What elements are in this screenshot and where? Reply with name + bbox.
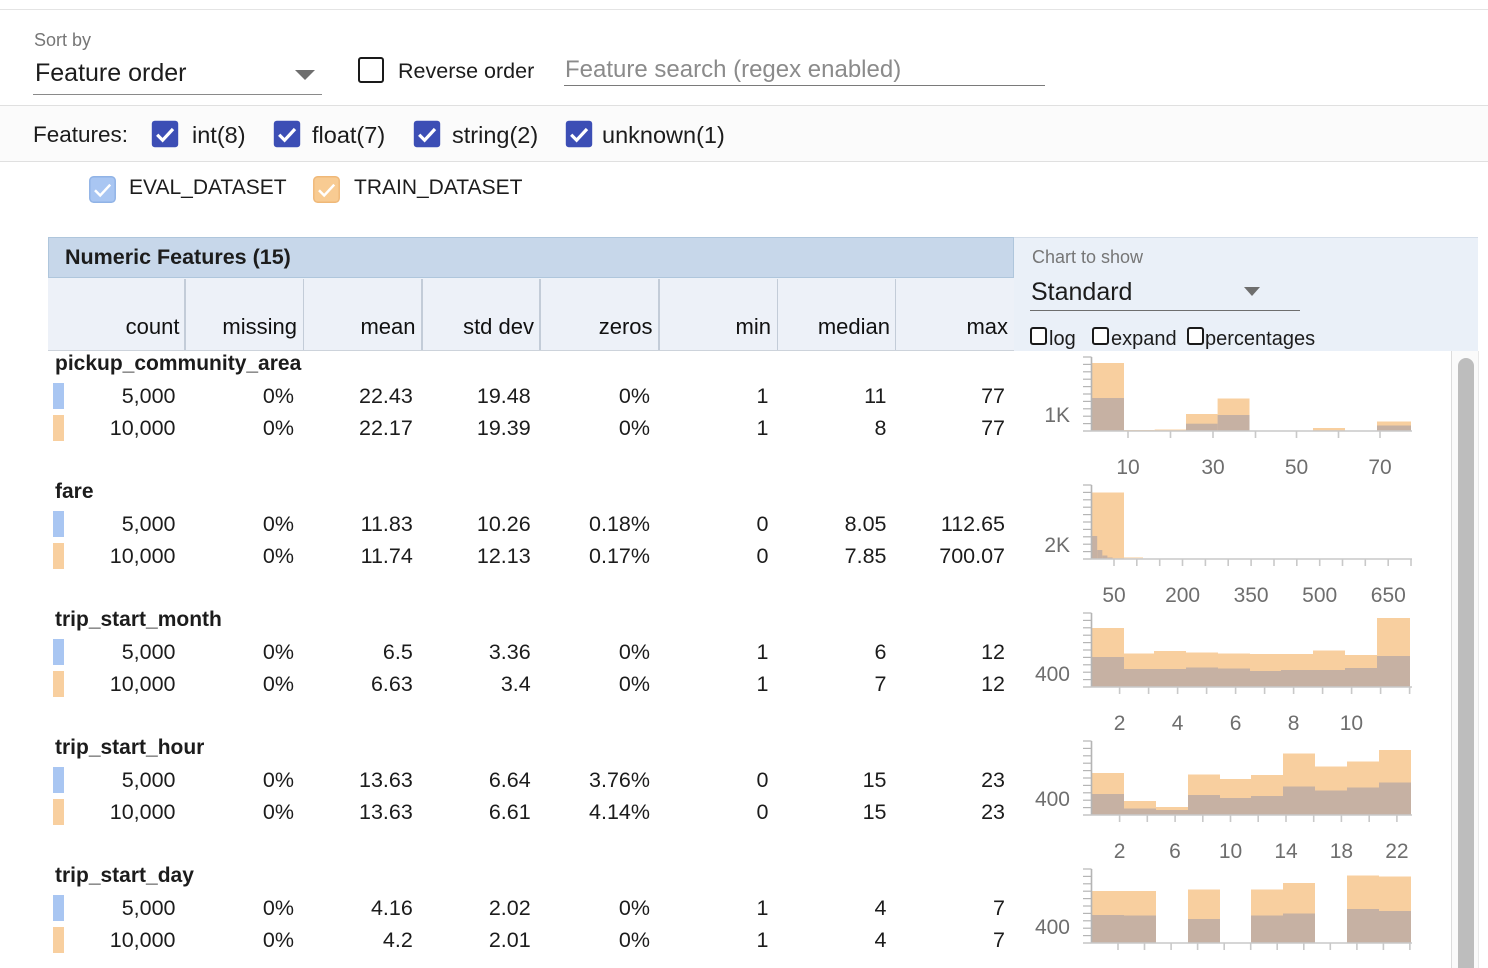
svg-text:4: 4 [1172, 712, 1184, 735]
svg-text:350: 350 [1234, 584, 1269, 607]
svg-text:50: 50 [1285, 456, 1308, 479]
svg-text:70: 70 [1368, 456, 1391, 479]
svg-text:10: 10 [1340, 712, 1363, 735]
svg-text:2: 2 [1114, 712, 1126, 735]
svg-text:400: 400 [1035, 663, 1070, 686]
svg-text:400: 400 [1035, 916, 1070, 939]
svg-text:400: 400 [1035, 788, 1070, 811]
svg-text:18: 18 [1330, 840, 1353, 863]
svg-text:2K: 2K [1044, 534, 1070, 557]
svg-text:22: 22 [1385, 840, 1408, 863]
svg-text:650: 650 [1371, 584, 1406, 607]
svg-text:500: 500 [1302, 584, 1337, 607]
svg-text:6: 6 [1169, 840, 1181, 863]
svg-text:50: 50 [1102, 584, 1125, 607]
svg-text:10: 10 [1116, 456, 1139, 479]
svg-text:30: 30 [1201, 456, 1224, 479]
svg-text:8: 8 [1288, 712, 1300, 735]
svg-text:1K: 1K [1044, 404, 1070, 427]
svg-text:6: 6 [1230, 712, 1242, 735]
svg-text:2: 2 [1114, 840, 1126, 863]
svg-text:10: 10 [1219, 840, 1242, 863]
svg-text:200: 200 [1165, 584, 1200, 607]
svg-text:14: 14 [1274, 840, 1298, 863]
